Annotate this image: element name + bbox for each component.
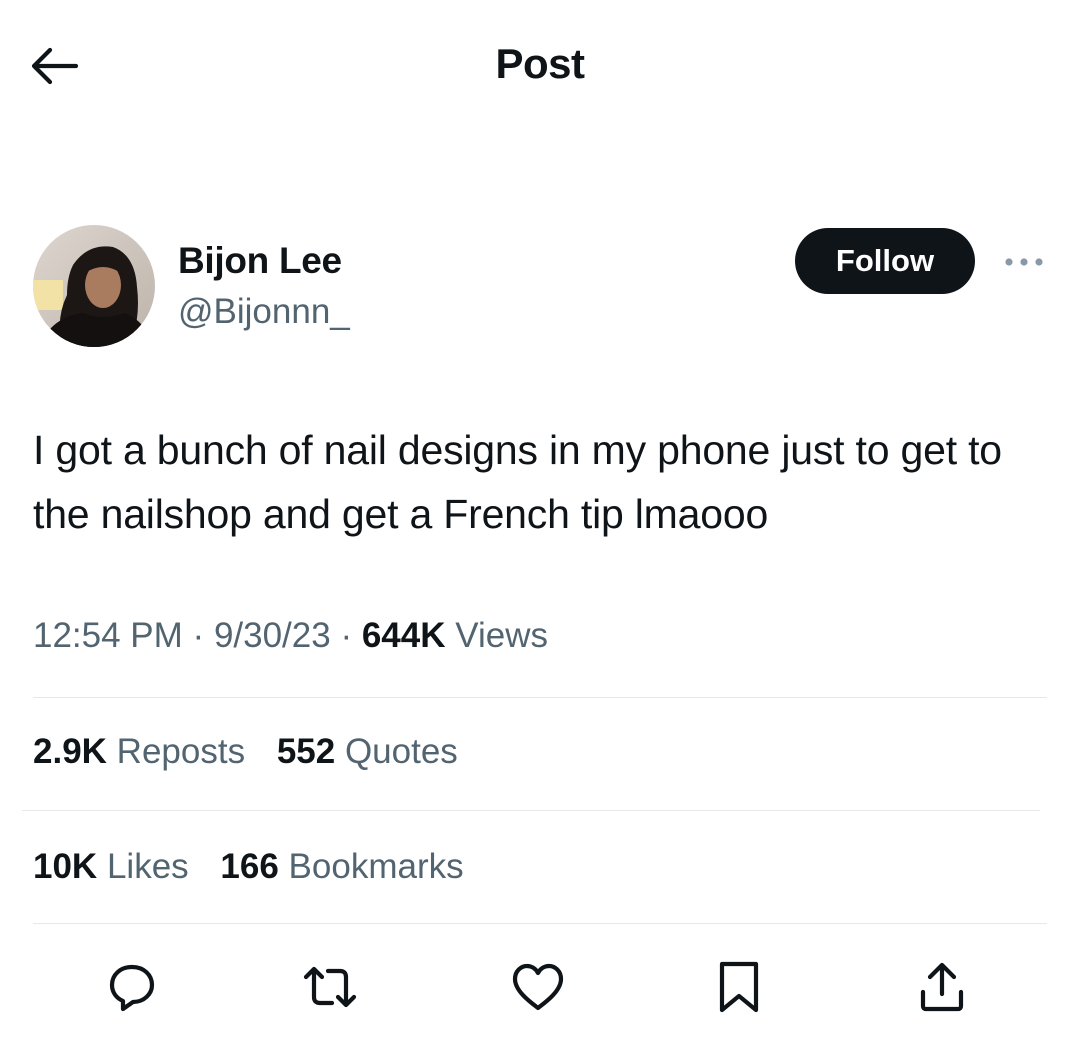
stats-row-likes: 10K Likes 166 Bookmarks	[33, 847, 486, 887]
post-text: I got a bunch of nail designs in my phon…	[33, 427, 1002, 537]
reposts-label: Reposts	[116, 732, 246, 771]
post-meta: 12:54 PM · 9/30/23 · 644K Views	[33, 616, 548, 656]
likes-stat[interactable]: 10K Likes	[33, 847, 189, 887]
display-name[interactable]: Bijon Lee	[178, 240, 342, 282]
likes-label: Likes	[106, 847, 189, 886]
bookmarks-count: 166	[220, 847, 279, 886]
divider	[22, 810, 1040, 811]
quotes-count: 552	[276, 732, 336, 771]
reposts-count: 2.9K	[33, 732, 107, 771]
like-icon	[512, 963, 564, 1011]
action-bar	[0, 955, 1080, 1019]
divider	[33, 697, 1047, 698]
quotes-stat[interactable]: 552 Quotes	[277, 732, 458, 772]
more-horizontal-icon	[1005, 258, 1043, 266]
quotes-label: Quotes	[344, 732, 458, 771]
bookmarks-stat[interactable]: 166 Bookmarks	[220, 847, 463, 887]
bookmarks-label: Bookmarks	[288, 847, 464, 886]
views-label: Views	[455, 616, 548, 655]
like-button[interactable]	[506, 955, 570, 1019]
repost-icon	[303, 966, 357, 1008]
meta-separator: ·	[340, 616, 353, 655]
views-count[interactable]: 644K	[362, 616, 446, 655]
more-options-button[interactable]	[1000, 248, 1048, 276]
post-date[interactable]: 9/30/23	[214, 616, 331, 655]
reposts-stat[interactable]: 2.9K Reposts	[33, 732, 245, 772]
avatar[interactable]	[33, 225, 155, 347]
profile-photo	[33, 225, 155, 347]
share-button[interactable]	[910, 955, 974, 1019]
bookmark-icon	[719, 961, 759, 1013]
user-handle[interactable]: @Bijonnn_	[178, 292, 350, 332]
stats-row-reposts: 2.9K Reposts 552 Quotes	[33, 732, 480, 772]
bookmark-button[interactable]	[707, 955, 771, 1019]
reply-button[interactable]	[100, 955, 164, 1019]
reply-icon	[109, 964, 155, 1012]
meta-separator: ·	[192, 616, 205, 655]
divider	[33, 923, 1047, 924]
post-time[interactable]: 12:54 PM	[33, 616, 183, 655]
follow-button[interactable]: Follow	[795, 228, 975, 294]
top-bar: Post	[0, 0, 1080, 130]
repost-button[interactable]	[298, 955, 362, 1019]
likes-count: 10K	[33, 847, 98, 886]
share-icon	[920, 962, 964, 1012]
page-title: Post	[495, 40, 585, 87]
